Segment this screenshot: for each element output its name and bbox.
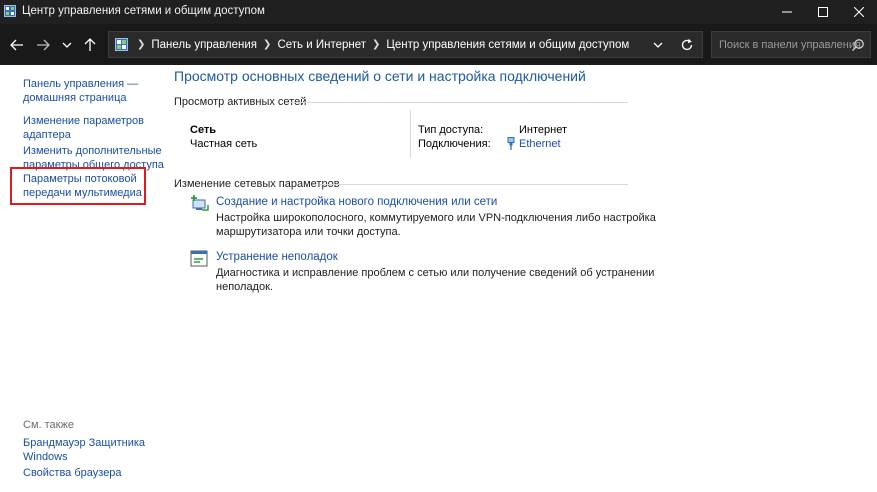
address-dropdown-icon[interactable] — [651, 38, 665, 52]
window-title: Центр управления сетями и общим доступом — [22, 5, 265, 17]
maximize-button[interactable] — [805, 0, 841, 24]
breadcrumb-network-internet[interactable]: Сеть и Интернет — [277, 39, 366, 51]
arrow-left-icon — [10, 39, 23, 51]
new-connection-description: Настройка широкополосного, коммутируемог… — [216, 211, 656, 239]
breadcrumb-separator-icon: ❯ — [263, 39, 272, 50]
link-text-line: Параметры потоковой — [23, 173, 137, 185]
breadcrumb-separator-icon: ❯ — [137, 39, 146, 50]
adapter-settings-link[interactable]: Изменение параметров адаптера — [23, 115, 144, 142]
vertical-divider — [410, 110, 411, 158]
arrow-up-icon — [84, 38, 96, 51]
description-line: неполадок. — [216, 281, 273, 293]
link-text-line: Свойства браузера — [23, 467, 122, 479]
link-text-line: передачи мультимедиа — [23, 186, 142, 199]
link-text-line: Брандмауэр Защитника — [23, 437, 146, 449]
ethernet-icon — [507, 137, 515, 150]
close-icon — [854, 7, 864, 17]
troubleshoot-description: Диагностика и исправление проблем с сеть… — [216, 266, 654, 294]
description-line: Настройка широкополосного, коммутируемог… — [216, 212, 656, 224]
link-text-line: Изменить дополнительные — [23, 145, 162, 157]
up-button[interactable] — [81, 36, 99, 54]
section-divider — [290, 102, 628, 103]
refresh-icon[interactable] — [679, 37, 695, 53]
media-streaming-link[interactable]: Параметры потоковой передачи мультимедиа — [23, 173, 142, 200]
address-bar[interactable]: ❯ Панель управления ❯ Сеть и Интернет ❯ … — [108, 31, 703, 58]
control-panel-home-link[interactable]: Панель управления — домашняя страница — [23, 78, 138, 105]
new-connection-icon — [191, 195, 209, 211]
minimize-icon — [782, 11, 792, 13]
title-bar[interactable]: Центр управления сетями и общим доступом — [0, 0, 877, 24]
control-panel-icon — [115, 38, 128, 51]
section-divider — [320, 184, 628, 185]
active-networks-heading: Просмотр активных сетей — [174, 96, 307, 108]
minimize-button[interactable] — [769, 0, 805, 24]
recent-locations-button[interactable] — [58, 36, 76, 54]
breadcrumb-network-center[interactable]: Центр управления сетями и общим доступом — [386, 39, 629, 51]
description-line: маршрутизатора или точки доступа. — [216, 226, 401, 238]
page-title: Просмотр основных сведений о сети и наст… — [174, 68, 586, 84]
breadcrumb-control-panel[interactable]: Панель управления — [151, 39, 257, 51]
maximize-icon — [818, 7, 828, 17]
search-placeholder: Поиск в панели управления — [719, 39, 861, 51]
browser-properties-link[interactable]: Свойства браузера — [23, 467, 122, 481]
connections-label: Подключения: — [418, 138, 491, 150]
new-connection-link[interactable]: Создание и настройка нового подключения … — [216, 196, 497, 208]
link-text-line: домашняя страница — [23, 91, 127, 104]
access-type-label: Тип доступа: — [418, 124, 484, 136]
close-button[interactable] — [841, 0, 877, 24]
link-text-line: Панель управления — — [23, 78, 139, 90]
ethernet-link[interactable]: Ethernet — [519, 138, 561, 150]
link-text-line: Изменение параметров — [23, 115, 144, 127]
access-type-value: Интернет — [519, 124, 567, 136]
arrow-right-icon — [37, 39, 50, 51]
network-type: Частная сеть — [190, 138, 258, 150]
change-settings-heading: Изменение сетевых параметров — [174, 178, 340, 190]
back-button[interactable] — [8, 36, 26, 54]
troubleshoot-icon — [190, 250, 208, 267]
link-text-line: адаптера — [23, 128, 71, 141]
breadcrumb-separator-icon: ❯ — [372, 39, 381, 50]
description-line: Диагностика и исправление проблем с сеть… — [216, 267, 655, 279]
see-also-heading: См. также — [23, 419, 74, 431]
search-icon[interactable] — [851, 38, 865, 52]
chevron-down-icon — [62, 42, 72, 48]
forward-button[interactable] — [34, 36, 52, 54]
network-center-icon — [4, 5, 16, 17]
firewall-link[interactable]: Брандмауэр Защитника Windows — [23, 437, 145, 464]
troubleshoot-link[interactable]: Устранение неполадок — [216, 251, 338, 263]
breadcrumb: ❯ Панель управления ❯ Сеть и Интернет ❯ … — [131, 32, 629, 57]
link-text-line: Windows — [23, 450, 68, 463]
search-box[interactable]: Поиск в панели управления — [711, 31, 871, 58]
network-name: Сеть — [190, 124, 217, 136]
